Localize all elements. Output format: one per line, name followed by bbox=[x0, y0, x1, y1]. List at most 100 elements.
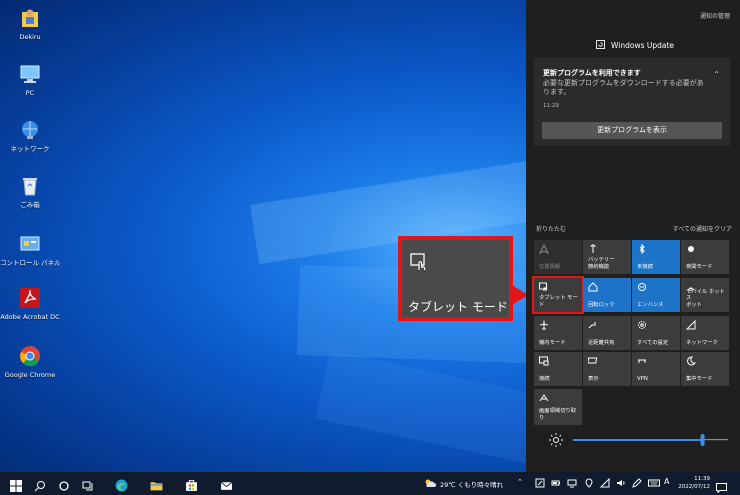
folder-icon bbox=[150, 482, 163, 491]
tile-rotation-lock[interactable]: 回転ロック bbox=[583, 278, 631, 312]
notification-group-title: Windows Update bbox=[611, 41, 675, 50]
clock-time: 11:39 bbox=[694, 476, 710, 482]
tile-mobile-hotspot[interactable]: モバイル ホットス ポット bbox=[681, 278, 729, 312]
vpn-icon bbox=[638, 359, 646, 363]
location-icon[interactable] bbox=[584, 478, 594, 490]
windows-update-icon bbox=[596, 40, 605, 51]
volume-icon[interactable] bbox=[616, 478, 626, 490]
focus-assist-icon bbox=[638, 283, 646, 291]
tile-all-settings[interactable]: すべての設定 bbox=[632, 316, 680, 350]
collapse-button[interactable]: 折りたたむ bbox=[536, 224, 566, 233]
tile-project[interactable]: 表示 bbox=[583, 352, 631, 386]
tile-battery-saver[interactable]: バッテリー 節約機能 bbox=[583, 240, 631, 274]
desktop-icon-acrobat[interactable]: Adobe Acrobat DC bbox=[0, 286, 60, 321]
desktop-icon-pc[interactable]: PC bbox=[0, 62, 60, 97]
taskbar-explorer[interactable] bbox=[150, 477, 163, 491]
chevron-up-icon[interactable]: ⌃ bbox=[517, 478, 523, 486]
taskbar: 29℃ くもり時々晴れ ⌃ A 11:39 2022/07/12 bbox=[0, 472, 740, 495]
focus-icon bbox=[687, 356, 696, 366]
tile-connect[interactable]: 接続 bbox=[534, 352, 582, 386]
tablet-mode-callout: タブレット モード bbox=[398, 236, 513, 321]
clear-all-button[interactable]: すべての通知をクリア bbox=[673, 224, 732, 233]
user-folder-icon bbox=[18, 6, 42, 30]
notification-title: 更新プログラムを利用できます bbox=[543, 69, 641, 77]
notification-icon bbox=[716, 483, 727, 494]
cortana-icon bbox=[59, 481, 69, 491]
tile-tablet-mode[interactable]: タブレット モード bbox=[532, 276, 584, 314]
network-icon bbox=[18, 118, 42, 142]
manage-notifications-link[interactable]: 通知の管理 bbox=[700, 11, 730, 20]
callout-label: タブレット モード bbox=[408, 300, 508, 314]
taskbar-edge[interactable] bbox=[115, 477, 128, 492]
desktop-icon-chrome[interactable]: Google Chrome bbox=[0, 344, 60, 379]
wifi-icon[interactable] bbox=[599, 477, 610, 490]
tile-focus-assist[interactable]: エンハンス bbox=[632, 278, 680, 312]
tile-airplane-mode[interactable]: 機内モード bbox=[534, 316, 582, 350]
desktop-icon-recycle-bin[interactable]: ごみ箱 bbox=[0, 174, 60, 209]
ime-indicator[interactable]: A bbox=[664, 477, 669, 486]
task-view-icon bbox=[82, 481, 93, 491]
tile-network[interactable]: ネットワーク bbox=[681, 316, 729, 350]
windows-logo-icon bbox=[10, 480, 22, 492]
search-button[interactable] bbox=[34, 477, 47, 492]
brightness-thumb[interactable] bbox=[700, 434, 705, 446]
start-button[interactable] bbox=[10, 477, 23, 492]
tablet-mode-icon bbox=[410, 252, 430, 272]
tile-bluetooth[interactable]: 未接続 bbox=[632, 240, 680, 274]
settings-icon bbox=[638, 321, 646, 329]
notification-center-button[interactable] bbox=[716, 478, 727, 494]
clock[interactable]: 11:39 2022/07/12 bbox=[676, 475, 710, 491]
notification-group-header: Windows Update bbox=[596, 40, 674, 51]
pen-icon[interactable] bbox=[632, 478, 642, 490]
chrome-icon bbox=[18, 344, 42, 368]
weather-widget[interactable]: 29℃ くもり時々晴れ bbox=[424, 478, 503, 490]
snip-icon bbox=[539, 394, 549, 402]
desktop-icon-network[interactable]: ネットワーク bbox=[0, 118, 60, 153]
brightness-icon bbox=[549, 433, 563, 447]
project-icon bbox=[588, 357, 598, 364]
recycle-bin-icon bbox=[18, 174, 42, 198]
clock-date: 2022/07/12 bbox=[678, 484, 710, 490]
chevron-up-icon[interactable]: ⌃ bbox=[713, 70, 720, 79]
notification-time: 11:29 bbox=[543, 103, 559, 109]
tray-pen-icon[interactable] bbox=[535, 478, 545, 490]
taskbar-mail[interactable] bbox=[220, 477, 233, 490]
airplane-icon bbox=[539, 320, 549, 330]
mail-icon bbox=[220, 481, 233, 490]
cloud-sun-icon bbox=[424, 478, 436, 490]
tablet-mode-icon bbox=[539, 282, 547, 291]
battery-icon[interactable] bbox=[551, 478, 561, 490]
cortana-button[interactable] bbox=[58, 477, 71, 491]
pc-icon bbox=[18, 62, 42, 86]
brightness-slider[interactable] bbox=[548, 432, 731, 448]
desktop-icon-control-panel[interactable]: コントロール パネル bbox=[0, 232, 61, 267]
connect-icon bbox=[539, 356, 549, 366]
bluetooth-icon bbox=[639, 244, 645, 254]
edge-icon bbox=[115, 479, 128, 492]
view-updates-button[interactable]: 更新プログラムを表示 bbox=[542, 122, 722, 139]
update-notification[interactable]: 更新プログラムを利用できます 必要な更新プログラムをダウンロードする必要がありま… bbox=[534, 58, 730, 146]
rotation-lock-icon bbox=[588, 282, 598, 292]
tile-night-light[interactable]: 夜間モード bbox=[681, 240, 729, 274]
network-icon bbox=[686, 320, 696, 330]
tile-location[interactable]: 位置情報 bbox=[534, 240, 582, 274]
taskbar-store[interactable] bbox=[185, 477, 198, 491]
search-icon bbox=[34, 481, 45, 492]
acrobat-reader-icon bbox=[18, 286, 42, 310]
tile-snip[interactable]: 画面領域切り取 り bbox=[534, 389, 582, 425]
nearby-share-icon bbox=[588, 322, 596, 329]
night-light-icon bbox=[688, 246, 694, 252]
tile-nearby-share[interactable]: 近距離共有 bbox=[583, 316, 631, 350]
notification-body: 必要な更新プログラムをダウンロードする必要があります。 bbox=[543, 79, 704, 96]
tray-display-icon[interactable] bbox=[567, 478, 577, 490]
tile-vpn[interactable]: VPN bbox=[632, 352, 680, 386]
desktop-icon-user[interactable]: Dekiru bbox=[0, 6, 60, 41]
control-panel-icon bbox=[18, 232, 42, 256]
action-center: 通知の管理 Windows Update 更新プログラムを利用できます 必要な更… bbox=[526, 0, 740, 472]
store-icon bbox=[186, 480, 197, 491]
location-icon bbox=[539, 244, 549, 254]
keyboard-icon[interactable] bbox=[648, 478, 660, 490]
task-view-button[interactable] bbox=[82, 477, 95, 491]
tile-focus-mode[interactable]: 集中モード bbox=[681, 352, 729, 386]
battery-saver-icon bbox=[590, 244, 596, 253]
